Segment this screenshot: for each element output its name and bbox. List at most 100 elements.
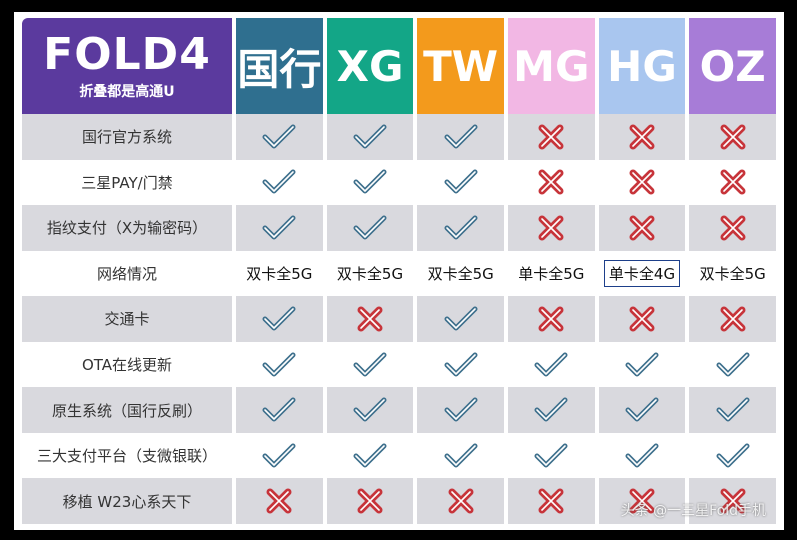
table-cell bbox=[507, 296, 595, 342]
check-icon bbox=[352, 167, 388, 197]
table-cell bbox=[507, 205, 595, 251]
column-header-hg: HG bbox=[598, 18, 686, 114]
check-icon bbox=[443, 122, 479, 152]
table-cell bbox=[417, 296, 504, 342]
table-cell bbox=[689, 205, 776, 251]
check-icon bbox=[352, 213, 388, 243]
table-cell bbox=[689, 387, 776, 433]
cross-icon bbox=[536, 122, 566, 152]
cross-icon bbox=[718, 167, 748, 197]
table-grid: FOLD4 折叠都是高通U 国行 XG TW MG HG OZ 国行官方系统 三星PAY/门禁 指纹… bbox=[14, 12, 784, 530]
table-cell bbox=[327, 342, 414, 388]
network-value: 单卡全5G bbox=[518, 264, 585, 283]
row-label: 三星PAY/门禁 bbox=[81, 173, 173, 192]
check-icon bbox=[533, 395, 569, 425]
cross-icon bbox=[536, 213, 566, 243]
cross-icon bbox=[536, 304, 566, 334]
table-cell bbox=[417, 478, 504, 524]
logo-subtitle: 折叠都是高通U bbox=[79, 84, 175, 100]
row-label: 交通卡 bbox=[22, 296, 232, 342]
table-cell bbox=[598, 114, 686, 160]
table-cell bbox=[689, 296, 776, 342]
table-cell bbox=[236, 478, 323, 524]
check-icon bbox=[261, 441, 297, 471]
table-cell bbox=[236, 114, 323, 160]
table-cell bbox=[507, 478, 595, 524]
check-icon bbox=[443, 213, 479, 243]
check-icon bbox=[261, 167, 297, 197]
cross-icon bbox=[627, 213, 657, 243]
logo-cell: FOLD4 折叠都是高通U bbox=[22, 18, 232, 114]
table-cell bbox=[417, 160, 504, 206]
column-header-guohang: 国行 bbox=[236, 18, 323, 114]
cross-icon bbox=[355, 304, 385, 334]
check-icon bbox=[715, 395, 751, 425]
check-icon bbox=[352, 441, 388, 471]
table-cell bbox=[326, 114, 414, 160]
table-cell bbox=[327, 160, 414, 206]
table-cell: 双卡全5G bbox=[689, 251, 776, 297]
check-icon bbox=[261, 350, 297, 380]
table-cell bbox=[598, 387, 686, 433]
check-icon bbox=[261, 304, 297, 334]
column-header-xg: XG bbox=[326, 18, 414, 114]
table-cell bbox=[326, 478, 414, 524]
table-cell: 双卡全5G bbox=[236, 251, 323, 297]
table-cell bbox=[508, 433, 595, 479]
network-value: 双卡全5G bbox=[246, 264, 313, 283]
table-cell bbox=[507, 387, 595, 433]
check-icon bbox=[715, 350, 751, 380]
table-cell bbox=[236, 387, 323, 433]
table-cell bbox=[598, 296, 686, 342]
table-cell bbox=[326, 205, 414, 251]
check-icon bbox=[443, 167, 479, 197]
table-cell bbox=[326, 296, 414, 342]
cross-icon bbox=[718, 304, 748, 334]
check-icon bbox=[261, 213, 297, 243]
table-cell bbox=[236, 342, 323, 388]
table-cell bbox=[599, 433, 686, 479]
table-cell bbox=[417, 387, 504, 433]
check-icon bbox=[715, 441, 751, 471]
cross-icon bbox=[264, 486, 294, 516]
table-cell bbox=[326, 387, 414, 433]
row-label: 三大支付平台（支微银联） bbox=[36, 447, 217, 466]
table-cell bbox=[507, 114, 595, 160]
row-label: 移植 W23心系天下 bbox=[22, 478, 232, 524]
table-cell bbox=[417, 433, 504, 479]
column-header-tw: TW bbox=[417, 18, 504, 114]
table-cell: 双卡全5G bbox=[327, 251, 414, 297]
cross-icon bbox=[536, 167, 566, 197]
column-header-mg: MG bbox=[507, 18, 595, 114]
table-cell bbox=[236, 205, 323, 251]
table-cell bbox=[599, 342, 686, 388]
cross-icon bbox=[446, 486, 476, 516]
table-cell bbox=[598, 205, 686, 251]
table-cell bbox=[689, 342, 776, 388]
check-icon bbox=[261, 395, 297, 425]
table-cell bbox=[236, 160, 323, 206]
table-cell bbox=[417, 114, 504, 160]
network-value: 双卡全5G bbox=[427, 264, 494, 283]
table-cell bbox=[417, 342, 504, 388]
cross-icon bbox=[718, 213, 748, 243]
comparison-table: FOLD4 折叠都是高通U 国行 XG TW MG HG OZ 国行官方系统 三星PAY/门禁 指纹… bbox=[14, 12, 784, 530]
check-icon bbox=[624, 350, 660, 380]
table-cell bbox=[689, 160, 776, 206]
check-icon bbox=[443, 304, 479, 334]
check-icon bbox=[533, 350, 569, 380]
table-cell: 双卡全5G bbox=[417, 251, 504, 297]
column-header-oz: OZ bbox=[689, 18, 776, 114]
cross-icon bbox=[536, 486, 566, 516]
row-label: 网络情况 bbox=[96, 264, 157, 283]
check-icon bbox=[624, 395, 660, 425]
check-icon bbox=[533, 441, 569, 471]
cross-icon bbox=[718, 122, 748, 152]
network-value: 双卡全5G bbox=[699, 264, 766, 283]
check-icon bbox=[352, 350, 388, 380]
table-cell bbox=[327, 433, 414, 479]
network-value: 双卡全5G bbox=[336, 264, 404, 283]
table-cell bbox=[508, 160, 595, 206]
check-icon bbox=[352, 395, 388, 425]
check-icon bbox=[352, 122, 388, 152]
